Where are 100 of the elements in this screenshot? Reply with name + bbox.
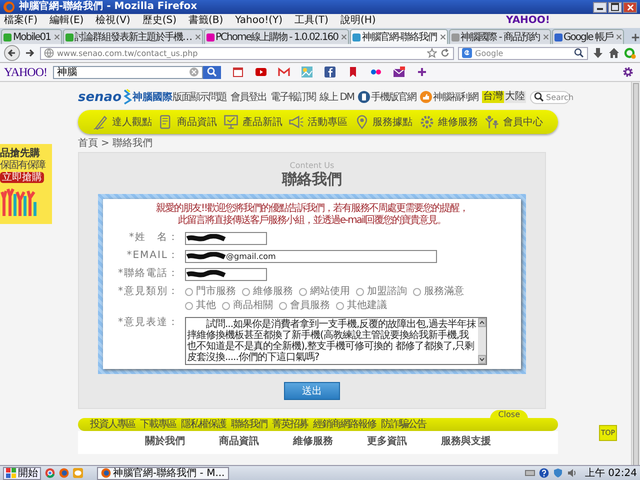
calendar-icon[interactable]: [232, 66, 244, 78]
radio-label[interactable]: 商品相關: [233, 300, 273, 312]
radio-button[interactable]: [336, 302, 344, 310]
clear-icon[interactable]: [189, 67, 199, 77]
settings-icon[interactable]: [622, 66, 634, 78]
radio-label[interactable]: 門市服務: [196, 286, 236, 298]
radio-label[interactable]: 維修服務: [253, 286, 293, 298]
radio-button[interactable]: [242, 288, 250, 296]
header-link[interactable]: 線上 DM: [320, 90, 354, 104]
radio-label[interactable]: 其他建議: [347, 300, 387, 312]
close-icon[interactable]: [54, 34, 60, 40]
radio-button[interactable]: [279, 302, 287, 310]
reload-icon[interactable]: [440, 48, 450, 58]
footer-link[interactable]: 投資人專區: [90, 419, 135, 430]
radio-button[interactable]: [299, 288, 307, 296]
nav-link[interactable]: 商品資訊: [177, 115, 218, 129]
forward-icon[interactable]: [24, 47, 36, 59]
thumbs-up-icon[interactable]: [420, 91, 432, 103]
input-field[interactable]: [185, 268, 267, 281]
header-link[interactable]: 手機版官網: [371, 90, 416, 104]
input-field[interactable]: [185, 232, 267, 245]
nav-link[interactable]: 會員中心: [502, 115, 543, 129]
browser-tab[interactable]: 討論群組發表新主題於手機…: [62, 29, 203, 44]
browser-tab[interactable]: PChome線上購物 - 1.0.02.160: [204, 29, 349, 44]
region-tab[interactable]: 台灣: [482, 91, 504, 103]
new-tab-button[interactable]: [630, 31, 640, 44]
menu-item[interactable]: Yahoo!(Y): [235, 15, 283, 27]
speaker-icon[interactable]: [567, 468, 577, 478]
input-field[interactable]: @gmail.com: [185, 250, 437, 263]
browser-tab[interactable]: Mobile01: [1, 29, 62, 44]
menu-item[interactable]: 檢視(V): [96, 15, 130, 27]
firefox-logo-icon[interactable]: [59, 468, 69, 478]
radio-button[interactable]: [413, 288, 421, 296]
search-button[interactable]: [203, 66, 221, 78]
help-icon[interactable]: [539, 468, 549, 478]
close-icon[interactable]: [616, 34, 622, 40]
keyboard-icon[interactable]: [525, 468, 535, 478]
footer-link[interactable]: 防詐騙公告: [381, 419, 426, 430]
radio-button[interactable]: [222, 302, 230, 310]
star-icon[interactable]: [427, 48, 437, 58]
brand-logo[interactable]: senao: [78, 90, 122, 104]
close-icon[interactable]: [340, 34, 347, 40]
footer-link[interactable]: 隱私權保護: [181, 419, 226, 430]
video-play-icon[interactable]: [255, 66, 267, 78]
ad-banner[interactable]: 品搶先購 保固有保障 立即搶購: [0, 144, 52, 224]
radio-button[interactable]: [185, 302, 193, 310]
nav-link[interactable]: 活動專區: [307, 115, 348, 129]
people-icon[interactable]: [484, 114, 500, 130]
radio-label[interactable]: 會員服務: [290, 300, 330, 312]
start-button[interactable]: 開始: [3, 466, 41, 480]
home-icon[interactable]: [608, 47, 620, 59]
ad-button[interactable]: 立即搶購: [0, 172, 44, 183]
facebook-icon[interactable]: [324, 66, 336, 78]
radio-button[interactable]: [356, 288, 364, 296]
weather-icon[interactable]: [301, 66, 313, 78]
scrollbar[interactable]: [478, 318, 486, 364]
footer-link[interactable]: 聯絡我們: [231, 419, 267, 430]
shield-icon[interactable]: [553, 468, 563, 478]
plus-icon[interactable]: [416, 66, 428, 78]
envelope-icon[interactable]: [393, 66, 405, 78]
browser-tab[interactable]: 神腦官網-聯絡我們: [350, 29, 448, 44]
megaphone-icon[interactable]: [288, 114, 304, 130]
nav-link[interactable]: 達人觀點: [112, 115, 152, 129]
browser-tab[interactable]: 神腦國際 - 商品預約: [448, 29, 551, 44]
radio-label[interactable]: 加盟諮詢: [367, 286, 407, 298]
nav-link[interactable]: 服務據點: [372, 115, 413, 129]
nav-link[interactable]: 維修服務: [438, 115, 478, 129]
browser-tab[interactable]: Google 帳戶: [552, 29, 624, 44]
pen-icon[interactable]: [93, 114, 110, 130]
radio-label[interactable]: 網站使用: [310, 286, 350, 298]
radio-label[interactable]: 其他: [196, 300, 216, 312]
footer-link[interactable]: 菁英招募: [272, 419, 308, 430]
footer-link[interactable]: 下載專區: [140, 419, 176, 430]
taskbar-window-button[interactable]: 神腦官網-聯絡我們 - M...: [97, 466, 229, 480]
message-textarea[interactable]: 試問...如果你是消費者拿到一支手機,反覆的故障出包,過去半年抹摔維修換機板甚至都換了新手機(高教練說主管說要換給我新手機,我也不知道是不是真的全新機),整支手機可修可換的 都修了都換了,只剩皮套沒換.....你們的下這口氣嗎?: [185, 317, 487, 365]
nav-link[interactable]: 產品新訊: [242, 115, 282, 129]
close-tab[interactable]: Close: [490, 410, 528, 419]
close-icon[interactable]: [194, 34, 201, 40]
search-field[interactable]: Search: [530, 90, 570, 104]
region-tab[interactable]: 大陸: [504, 91, 526, 103]
mail-icon[interactable]: [278, 66, 290, 78]
menu-item[interactable]: 說明(H): [340, 15, 376, 27]
phone-icon[interactable]: [358, 91, 370, 103]
footer-link[interactable]: 經銷商網路報修: [313, 419, 376, 430]
close-button[interactable]: [623, 2, 637, 12]
scrollbar[interactable]: [631, 82, 640, 465]
search-icon[interactable]: [574, 48, 584, 58]
header-link[interactable]: 版面顯示問題: [172, 90, 227, 104]
close-icon[interactable]: [542, 34, 549, 40]
header-link[interactable]: 電子報訂閱: [270, 90, 316, 104]
radio-label[interactable]: 服務滿意: [424, 286, 464, 298]
gear-icon[interactable]: [418, 114, 435, 130]
back-icon[interactable]: [4, 45, 20, 61]
minimize-button[interactable]: [593, 2, 607, 12]
breadcrumb-link[interactable]: 首頁: [78, 138, 98, 149]
chat-icon[interactable]: [73, 468, 83, 478]
menu-item[interactable]: 檔案(F): [4, 15, 38, 27]
addon-icon[interactable]: [624, 47, 636, 59]
radio-button[interactable]: [185, 288, 193, 296]
chrome-icon[interactable]: [45, 468, 55, 478]
